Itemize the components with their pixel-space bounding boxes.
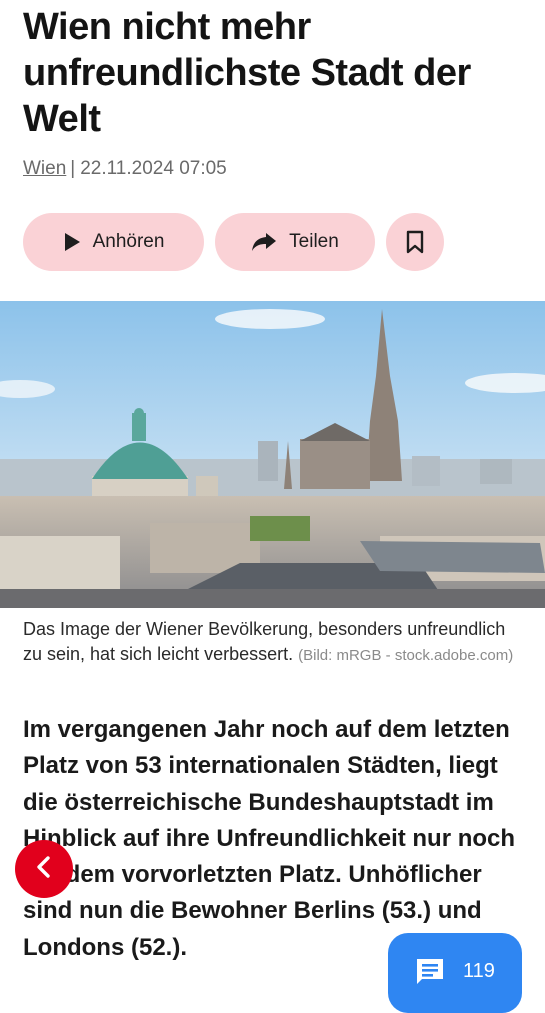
article-meta: Wien | 22.11.2024 07:05	[23, 158, 227, 180]
listen-label: Anhören	[92, 231, 165, 252]
share-label: Teilen	[289, 231, 339, 252]
meta-separator: |	[70, 158, 76, 179]
publish-date: 22.11.2024 07:05	[80, 158, 227, 179]
bookmark-icon	[406, 230, 424, 254]
back-button[interactable]	[15, 840, 73, 898]
comments-button[interactable]: 119	[388, 933, 522, 1013]
article-headline: Wien nicht mehr unfreundlichste Stadt de…	[23, 6, 471, 140]
chevron-left-icon	[34, 855, 54, 884]
share-arrow-icon	[251, 232, 277, 252]
listen-button[interactable]: Anhören	[23, 213, 204, 271]
article-lead: Im vergangenen Jahr noch auf dem letzten…	[23, 716, 516, 961]
bookmark-button[interactable]	[386, 213, 444, 271]
article-image-vienna-skyline[interactable]	[0, 301, 545, 608]
category-link[interactable]: Wien	[23, 158, 66, 179]
image-credit: (Bild: mRGB - stock.adobe.com)	[298, 647, 514, 664]
image-caption: Das Image der Wiener Bevölkerung, besond…	[23, 617, 523, 668]
comment-count: 119	[463, 960, 495, 982]
share-button[interactable]: Teilen	[215, 213, 375, 271]
comment-icon	[415, 957, 445, 990]
play-icon	[63, 232, 81, 252]
